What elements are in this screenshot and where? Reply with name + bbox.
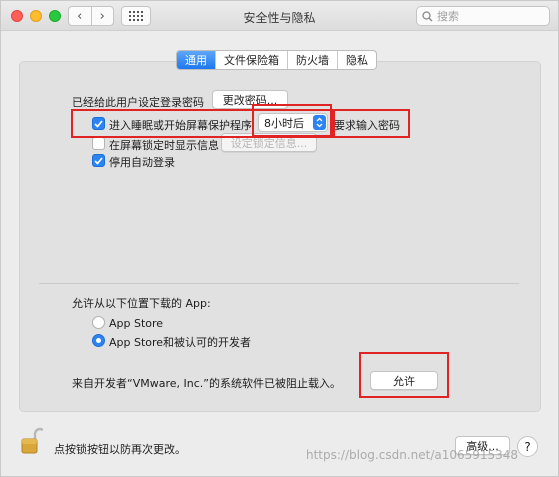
- title-bar: ‹ › 安全性与隐私 搜索: [1, 1, 558, 31]
- show-message-label: 在屏幕锁定时显示信息: [109, 139, 219, 152]
- blocked-software-message: 来自开发者“VMware, Inc.”的系统软件已被阻止载入。: [72, 377, 341, 390]
- allow-button[interactable]: 允许: [370, 371, 438, 390]
- tab-general[interactable]: 通用: [177, 51, 215, 69]
- show-message-checkbox[interactable]: [92, 137, 105, 150]
- tab-privacy[interactable]: 隐私: [337, 51, 376, 69]
- help-icon: ?: [524, 439, 531, 454]
- radio-app-store-identified[interactable]: [92, 334, 105, 347]
- tab-bar: 通用 文件保险箱 防火墙 隐私: [176, 50, 377, 70]
- lock-message: 点按锁按钮以防再次更改。: [54, 443, 186, 456]
- search-field[interactable]: 搜索: [416, 6, 550, 26]
- downloads-heading: 允许从以下位置下载的 App:: [72, 297, 211, 310]
- highlight-box: [331, 109, 410, 138]
- radio-app-store-identified-label: App Store和被认可的开发者: [109, 336, 252, 349]
- disable-auto-login-checkbox[interactable]: [92, 154, 105, 167]
- watermark-text: https://blog.csdn.net/a1065915348: [306, 448, 519, 462]
- radio-app-store[interactable]: [92, 316, 105, 329]
- password-set-label: 已经给此用户设定登录密码: [72, 96, 204, 109]
- search-placeholder: 搜索: [437, 10, 459, 23]
- preferences-window: ‹ › 安全性与隐私 搜索 通用 文件保险箱 防火墙 隐私 已经给此用户设定登录…: [0, 0, 559, 477]
- tab-filevault[interactable]: 文件保险箱: [215, 51, 287, 69]
- search-icon: [422, 10, 433, 21]
- tab-firewall[interactable]: 防火墙: [287, 51, 337, 69]
- disable-auto-login-label: 停用自动登录: [109, 156, 175, 169]
- section-divider: [39, 283, 519, 284]
- help-button[interactable]: ?: [517, 436, 538, 457]
- lock-icon[interactable]: [21, 427, 44, 455]
- checkmark-icon: [94, 156, 103, 165]
- highlight-box: [252, 104, 332, 137]
- radio-app-store-label: App Store: [109, 317, 164, 330]
